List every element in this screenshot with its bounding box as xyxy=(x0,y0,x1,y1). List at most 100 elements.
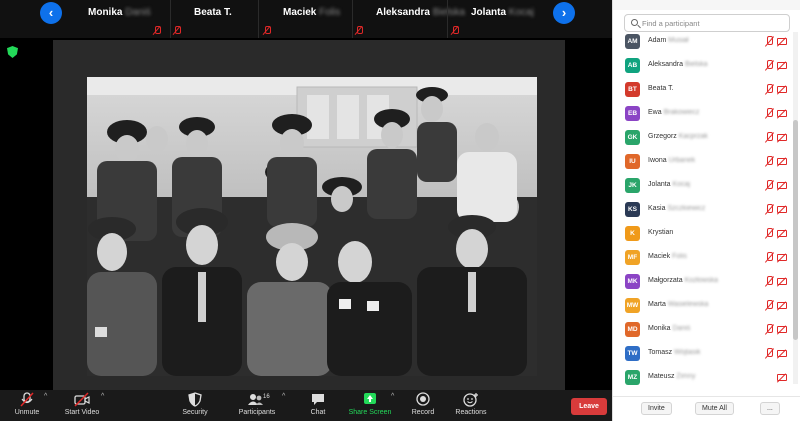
participants-panel: AM Adam Musiał AB Aleksandra Bielska BT … xyxy=(612,0,800,421)
participant-row[interactable]: EB Ewa Brakowiecz xyxy=(613,106,791,126)
participant-name: Tomasz Wójtasik xyxy=(648,349,701,356)
participant-row[interactable]: KS Kasia Szczkiewicz xyxy=(613,202,791,222)
encryption-shield-icon[interactable] xyxy=(7,46,18,58)
participant-row[interactable]: TW Tomasz Wójtasik xyxy=(613,346,791,366)
video-off-icon[interactable] xyxy=(777,374,787,381)
invite-button[interactable]: Invite xyxy=(641,402,672,415)
video-off-icon[interactable] xyxy=(777,110,787,117)
video-off-icon[interactable] xyxy=(777,302,787,309)
chat-button[interactable]: Chat xyxy=(306,392,330,420)
participants-options-caret-icon[interactable]: ^ xyxy=(282,393,285,400)
start-video-button[interactable]: Start Video xyxy=(62,392,102,420)
security-label: Security xyxy=(182,409,208,416)
share-options-caret-icon[interactable]: ^ xyxy=(391,393,394,400)
tile-name: Monika Daniś xyxy=(88,7,151,18)
video-off-icon[interactable] xyxy=(777,278,787,285)
record-button[interactable]: Record xyxy=(408,392,438,420)
tile-divider xyxy=(170,0,171,38)
participant-search-input[interactable] xyxy=(642,17,782,29)
participant-row[interactable]: IU Iwona Urbanek xyxy=(613,154,791,174)
next-page-arrow-icon[interactable]: › xyxy=(553,2,575,24)
participant-row[interactable]: MD Monika Daniś xyxy=(613,322,791,342)
gallery-tile[interactable]: Beata T. xyxy=(175,0,272,38)
video-off-icon[interactable] xyxy=(777,206,787,213)
video-off-icon[interactable] xyxy=(777,182,787,189)
participant-name: Jolanta Kocaj xyxy=(648,181,691,188)
participant-name: Ewa Brakowiecz xyxy=(648,109,700,116)
participant-row[interactable]: AB Aleksandra Bielska xyxy=(613,58,791,78)
mic-muted-icon[interactable] xyxy=(765,348,774,359)
participant-row[interactable]: K Krystian xyxy=(613,226,791,246)
panel-header xyxy=(613,0,800,10)
mic-muted-icon[interactable] xyxy=(765,36,774,47)
share-screen-icon xyxy=(364,393,376,404)
mic-muted-icon[interactable] xyxy=(765,108,774,119)
mic-muted-icon[interactable] xyxy=(765,204,774,215)
mic-muted-icon[interactable] xyxy=(765,180,774,191)
participant-row[interactable]: JK Jolanta Kocaj xyxy=(613,178,791,198)
leave-button[interactable]: Leave xyxy=(571,398,607,415)
participant-list-scrollbar[interactable] xyxy=(793,32,798,384)
participant-row[interactable]: MW Marta Wasielewska xyxy=(613,298,791,318)
security-button[interactable]: Security xyxy=(180,392,210,420)
video-off-icon[interactable] xyxy=(777,86,787,93)
participants-button[interactable]: Participants xyxy=(237,392,277,420)
scrollbar-thumb[interactable] xyxy=(793,120,798,340)
video-off-icon[interactable] xyxy=(777,62,787,69)
gallery-tile[interactable]: Aleksandra Bielska xyxy=(357,0,465,38)
mic-muted-icon[interactable] xyxy=(765,132,774,143)
participant-row[interactable]: BT Beata T. xyxy=(613,82,791,102)
participant-search-box[interactable] xyxy=(624,14,790,32)
gallery-tile[interactable]: Maciek Folis xyxy=(265,0,362,38)
video-options-caret-icon[interactable]: ^ xyxy=(101,393,104,400)
avatar: GK xyxy=(625,130,640,145)
reactions-button[interactable]: Reactions xyxy=(453,392,489,420)
mic-muted-icon[interactable] xyxy=(765,276,774,287)
record-label: Record xyxy=(411,409,435,416)
mic-muted-icon[interactable] xyxy=(765,324,774,335)
mic-muted-icon[interactable] xyxy=(765,84,774,95)
share-screen-label: Share Screen xyxy=(348,409,392,416)
participant-row[interactable]: MF Maciek Folis xyxy=(613,250,791,270)
mute-all-button[interactable]: Mute All xyxy=(695,402,734,415)
mic-muted-icon xyxy=(451,26,459,35)
video-off-icon[interactable] xyxy=(777,158,787,165)
gallery-tile[interactable]: Monika Daniś xyxy=(85,0,175,38)
chat-bubble-icon xyxy=(312,394,324,405)
avatar: MZ xyxy=(625,370,640,385)
shared-screen-area xyxy=(0,38,612,390)
meeting-toolbar: Unmute ^ Start Video ^ Security Particip… xyxy=(0,390,612,421)
avatar: KS xyxy=(625,202,640,217)
participant-row[interactable]: MK Małgorzata Kozłowska xyxy=(613,274,791,294)
participant-row[interactable]: MZ Mateusz Zimny xyxy=(613,370,791,390)
avatar: TW xyxy=(625,346,640,361)
video-off-icon[interactable] xyxy=(777,230,787,237)
unmute-button[interactable]: Unmute xyxy=(10,392,44,420)
audio-options-caret-icon[interactable]: ^ xyxy=(44,393,47,400)
participant-name: Marta Wasielewska xyxy=(648,301,709,308)
video-off-icon[interactable] xyxy=(777,326,787,333)
participant-row[interactable]: GK Grzegorz Kacprzak xyxy=(613,130,791,150)
mic-muted-icon[interactable] xyxy=(765,60,774,71)
avatar: MK xyxy=(625,274,640,289)
participant-name: Grzegorz Kacprzak xyxy=(648,133,708,140)
mic-muted-icon xyxy=(355,26,363,35)
mic-muted-icon xyxy=(153,26,161,35)
mic-muted-icon[interactable] xyxy=(765,228,774,239)
video-off-icon[interactable] xyxy=(777,134,787,141)
tile-divider xyxy=(447,0,448,38)
more-options-button[interactable]: ... xyxy=(760,402,780,415)
gallery-strip: ‹ Monika Daniś Beata T. Maciek Folis Ale… xyxy=(0,0,612,38)
mic-muted-icon[interactable] xyxy=(765,156,774,167)
share-screen-button[interactable]: Share Screen xyxy=(347,392,393,420)
avatar: EB xyxy=(625,106,640,121)
video-off-icon[interactable] xyxy=(777,254,787,261)
avatar: AM xyxy=(625,34,640,49)
mic-muted-icon[interactable] xyxy=(765,300,774,311)
video-off-icon[interactable] xyxy=(777,350,787,357)
gallery-tile[interactable]: Jolanta Kocaj xyxy=(453,0,550,38)
prev-page-arrow-icon[interactable]: ‹ xyxy=(40,2,62,24)
mic-muted-icon[interactable] xyxy=(765,252,774,263)
participant-row[interactable]: AM Adam Musiał xyxy=(613,34,791,54)
video-off-icon[interactable] xyxy=(777,38,787,45)
